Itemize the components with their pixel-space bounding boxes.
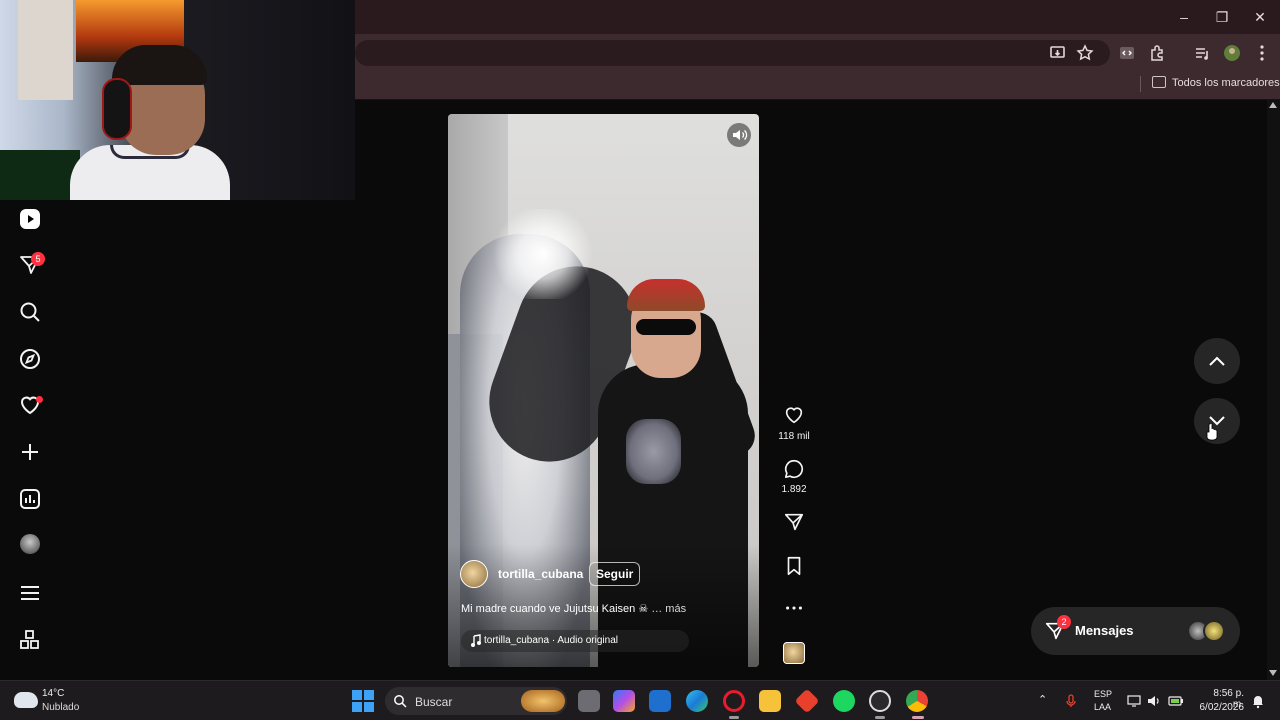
- streamer-hair: [112, 45, 207, 85]
- webcam-overlay: [0, 0, 355, 200]
- create-plus-icon[interactable]: [18, 440, 42, 464]
- volume-icon[interactable]: [1146, 693, 1162, 709]
- address-bar[interactable]: [355, 40, 1110, 66]
- mouse-cursor-icon: [1206, 423, 1218, 441]
- active-window-indicator: [912, 716, 924, 719]
- restore-button[interactable]: ❐: [1210, 8, 1234, 26]
- scroll-down-arrow-icon[interactable]: [1269, 670, 1277, 676]
- sunglasses: [636, 319, 696, 335]
- reel-caption: Mi madre cuando ve Jujutsu Kaisen ☠ … má…: [461, 602, 686, 615]
- author-avatar[interactable]: [460, 560, 488, 588]
- reels-logo-icon[interactable]: [18, 207, 42, 231]
- light-flash: [488, 209, 598, 299]
- background-shelf: [0, 150, 80, 200]
- bookmark-star-icon[interactable]: [1075, 43, 1095, 63]
- headset: [102, 78, 132, 140]
- explore-compass-icon[interactable]: [18, 347, 42, 371]
- search-placeholder: Buscar: [415, 695, 453, 709]
- like-heart-icon[interactable]: [783, 404, 805, 426]
- media-control-icon[interactable]: [1192, 43, 1212, 63]
- microphone-icon[interactable]: [1063, 693, 1079, 709]
- input-language-line2[interactable]: LAA: [1094, 702, 1111, 712]
- audio-label: tortilla_cubana · Audio original: [484, 635, 618, 646]
- search-icon: [394, 695, 407, 708]
- all-bookmarks-link[interactable]: Todos los marcadores: [1172, 77, 1280, 89]
- likes-count: 118 mil: [778, 431, 810, 442]
- network-icon[interactable]: [1126, 693, 1142, 709]
- screen: – ❐ ✕ Todos los marcadores 5 tortilla_cu…: [0, 0, 1280, 720]
- volume-icon[interactable]: [727, 123, 751, 147]
- spotify-icon[interactable]: [833, 690, 855, 712]
- windows-taskbar: 14°C Nublado Buscar ⌃ ESP LAA 8:56 p. m.…: [0, 680, 1280, 720]
- minimize-button[interactable]: –: [1172, 8, 1196, 26]
- running-indicator: [875, 716, 885, 719]
- outlook-icon[interactable]: [649, 690, 671, 712]
- install-app-icon[interactable]: [1048, 43, 1068, 63]
- opera-browser-icon[interactable]: [723, 690, 745, 712]
- messages-label: Mensajes: [1075, 623, 1134, 638]
- show-hidden-icons-button[interactable]: ⌃: [1038, 693, 1047, 706]
- clock-date[interactable]: 6/02/2026: [1196, 702, 1245, 713]
- more-link[interactable]: … más: [651, 603, 686, 615]
- anydesk-icon[interactable]: [794, 688, 820, 714]
- share-send-icon[interactable]: [783, 511, 805, 533]
- profile-avatar[interactable]: [20, 534, 40, 554]
- wall-poster: [18, 0, 73, 100]
- scroll-up-arrow-icon[interactable]: [1269, 102, 1277, 108]
- more-apps-icon[interactable]: [18, 628, 42, 652]
- extension-devtools-icon[interactable]: [1117, 43, 1137, 63]
- music-note-icon: [471, 634, 481, 647]
- messages-badge: 2: [1057, 615, 1071, 629]
- search-icon[interactable]: [18, 300, 42, 324]
- clock-app-icon[interactable]: [869, 690, 891, 712]
- profile-avatar-icon[interactable]: [1222, 43, 1242, 63]
- taskbar-search[interactable]: Buscar: [385, 687, 567, 715]
- menu-icon[interactable]: [18, 581, 42, 605]
- extensions-puzzle-icon[interactable]: [1148, 43, 1168, 63]
- close-window-button[interactable]: ✕: [1248, 8, 1272, 26]
- search-highlight-image: [521, 690, 565, 712]
- input-language-line1[interactable]: ESP: [1094, 689, 1112, 699]
- author-username[interactable]: tortilla_cubana: [498, 567, 583, 581]
- notification-dot: [36, 396, 43, 403]
- contact-avatar: [1203, 620, 1225, 642]
- reel-video[interactable]: tortilla_cubana Seguir Mi madre cuando v…: [448, 114, 759, 667]
- windows-start-button[interactable]: [352, 690, 374, 712]
- dashboard-icon[interactable]: [18, 487, 42, 511]
- edge-browser-icon[interactable]: [686, 690, 708, 712]
- notification-bell-icon[interactable]: [1250, 693, 1266, 709]
- weather-condition[interactable]: Nublado: [42, 702, 79, 713]
- chevron-up-icon: [1209, 356, 1225, 366]
- audio-thumbnail[interactable]: [783, 642, 805, 664]
- messages-button[interactable]: 2 Mensajes: [1031, 607, 1240, 655]
- follow-button[interactable]: Seguir: [589, 562, 641, 586]
- audio-attribution[interactable]: tortilla_cubana · Audio original: [461, 630, 689, 652]
- bookmarks-separator: [1140, 76, 1141, 92]
- caption-text: Mi madre cuando ve Jujutsu Kaisen ☠: [461, 603, 649, 615]
- more-options-icon[interactable]: [783, 597, 805, 619]
- weather-temperature[interactable]: 14°C: [42, 688, 64, 699]
- comment-icon[interactable]: [783, 458, 805, 480]
- copilot-icon[interactable]: [613, 690, 635, 712]
- browser-menu-icon[interactable]: [1252, 43, 1272, 63]
- cloud-weather-icon[interactable]: [14, 692, 38, 708]
- running-indicator: [729, 716, 739, 719]
- shirt-print: [626, 419, 681, 484]
- task-view-icon[interactable]: [578, 690, 600, 712]
- comments-count: 1.892: [781, 484, 807, 495]
- battery-icon[interactable]: [1168, 693, 1184, 709]
- folder-icon: [1152, 76, 1166, 88]
- previous-reel-button[interactable]: [1194, 338, 1240, 384]
- page-scrollbar[interactable]: [1267, 100, 1280, 680]
- file-explorer-icon[interactable]: [759, 690, 781, 712]
- bandana: [627, 279, 705, 311]
- save-bookmark-icon[interactable]: [783, 555, 805, 577]
- notifications-badge: 5: [31, 252, 45, 266]
- chrome-browser-icon[interactable]: [906, 690, 928, 712]
